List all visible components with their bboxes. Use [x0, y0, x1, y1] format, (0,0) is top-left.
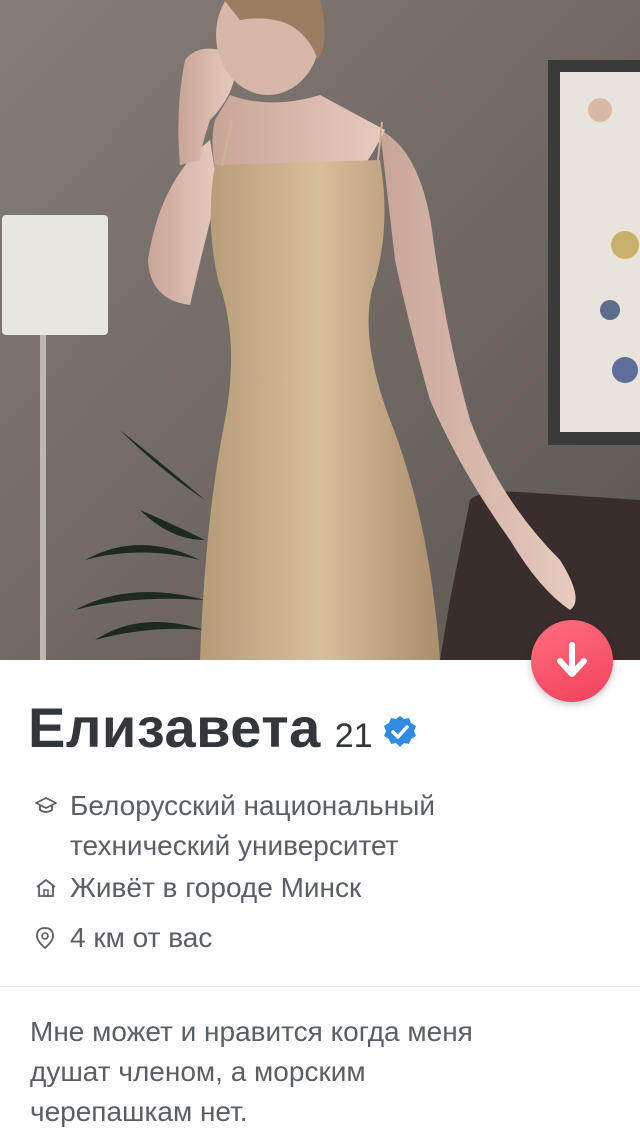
- bio-line-2: душат членом, а морским: [30, 1056, 366, 1087]
- profile-bio: Мне может и нравится когда меня душат чл…: [30, 1012, 590, 1132]
- distance-detail: 4 км от вас: [34, 918, 212, 958]
- profile-info: Елизавета 21 Белорусский национальный те…: [0, 660, 640, 1140]
- location-pin-icon: [34, 918, 62, 958]
- distance-text: 4 км от вас: [70, 922, 213, 953]
- profile-age: 21: [334, 717, 373, 755]
- graduation-cap-icon: [34, 786, 62, 826]
- lives-in-text: Живёт в городе Минск: [70, 872, 362, 903]
- school-detail: Белорусский национальный технический уни…: [34, 786, 435, 866]
- home-icon: [34, 868, 62, 908]
- lives-in-detail: Живёт в городе Минск: [34, 868, 361, 908]
- bio-line-1: Мне может и нравится когда меня: [30, 1016, 473, 1047]
- profile-photo[interactable]: [0, 0, 640, 660]
- name-row: Елизавета 21: [28, 695, 417, 760]
- school-line-1: Белорусский национальный: [70, 790, 435, 821]
- bio-line-3: черепашкам нет.: [30, 1096, 248, 1127]
- school-line-2: технический университет: [70, 830, 399, 861]
- section-divider: [0, 986, 640, 987]
- verified-badge-icon: [383, 715, 417, 754]
- profile-name: Елизавета: [28, 696, 321, 759]
